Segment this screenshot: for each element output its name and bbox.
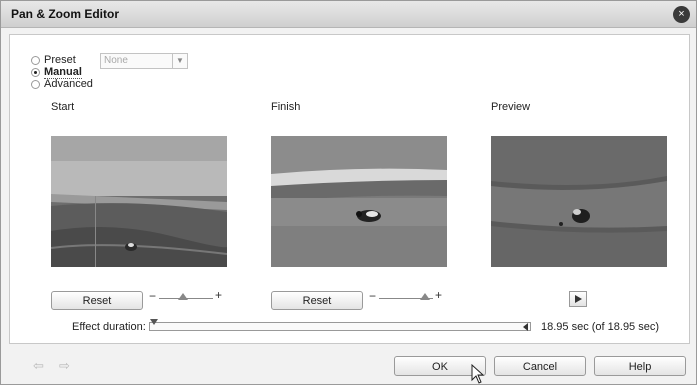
zoom-thumb[interactable] [178, 293, 189, 300]
radio-preset-circle[interactable] [31, 55, 40, 65]
cancel-button[interactable]: Cancel [494, 356, 586, 376]
close-button[interactable]: × [673, 6, 690, 23]
window-title: Pan & Zoom Editor [11, 7, 119, 21]
zoom-out-icon: − [369, 289, 377, 303]
radio-preset-label: Preset [44, 54, 76, 66]
finish-reset-button[interactable]: Reset [271, 291, 363, 310]
mouse-cursor-icon [471, 364, 485, 384]
back-arrow-icon[interactable]: ⇦ [33, 358, 44, 374]
radio-advanced[interactable]: Advanced [31, 78, 93, 90]
help-button[interactable]: Help [594, 356, 686, 376]
dropdown-arrow-icon: ▼ [172, 54, 187, 68]
pan-zoom-dialog: Pan & Zoom Editor × Preset Manual Advanc… [0, 0, 697, 385]
preview-label: Preview [491, 101, 531, 113]
radio-preset[interactable]: Preset [31, 54, 76, 66]
radio-manual-label: Manual [44, 65, 82, 79]
radio-advanced-label: Advanced [44, 78, 93, 90]
radio-manual[interactable]: Manual [31, 65, 82, 79]
duration-end-handle[interactable] [523, 323, 528, 331]
play-icon [575, 295, 582, 303]
effect-duration-label: Effect duration: [72, 321, 146, 333]
radio-advanced-circle[interactable] [31, 79, 40, 89]
start-reset-button[interactable]: Reset [51, 291, 143, 310]
finish-label: Finish [271, 101, 301, 113]
zoom-in-icon: + [215, 288, 223, 302]
preset-dropdown[interactable]: None ▼ [100, 53, 188, 69]
forward-arrow-icon[interactable]: ⇨ [59, 358, 70, 374]
finish-frame[interactable] [271, 136, 447, 267]
zoom-thumb[interactable] [419, 293, 430, 300]
zoom-in-icon: + [435, 288, 443, 302]
effect-duration-slider[interactable] [149, 322, 531, 331]
start-frame[interactable] [51, 136, 227, 267]
radio-manual-circle[interactable] [31, 67, 40, 77]
duration-start-marker[interactable] [150, 319, 158, 325]
zoom-out-icon: − [149, 289, 157, 303]
preset-dropdown-value: None [104, 55, 128, 66]
title-bar: Pan & Zoom Editor × [1, 1, 696, 28]
effect-duration-value: 18.95 sec (of 18.95 sec) [541, 321, 660, 333]
finish-zoom-slider[interactable]: − + [369, 288, 444, 305]
preview-frame [491, 136, 667, 267]
start-zoom-slider[interactable]: − + [149, 288, 224, 305]
play-button[interactable] [569, 291, 587, 307]
start-label: Start [51, 101, 75, 113]
